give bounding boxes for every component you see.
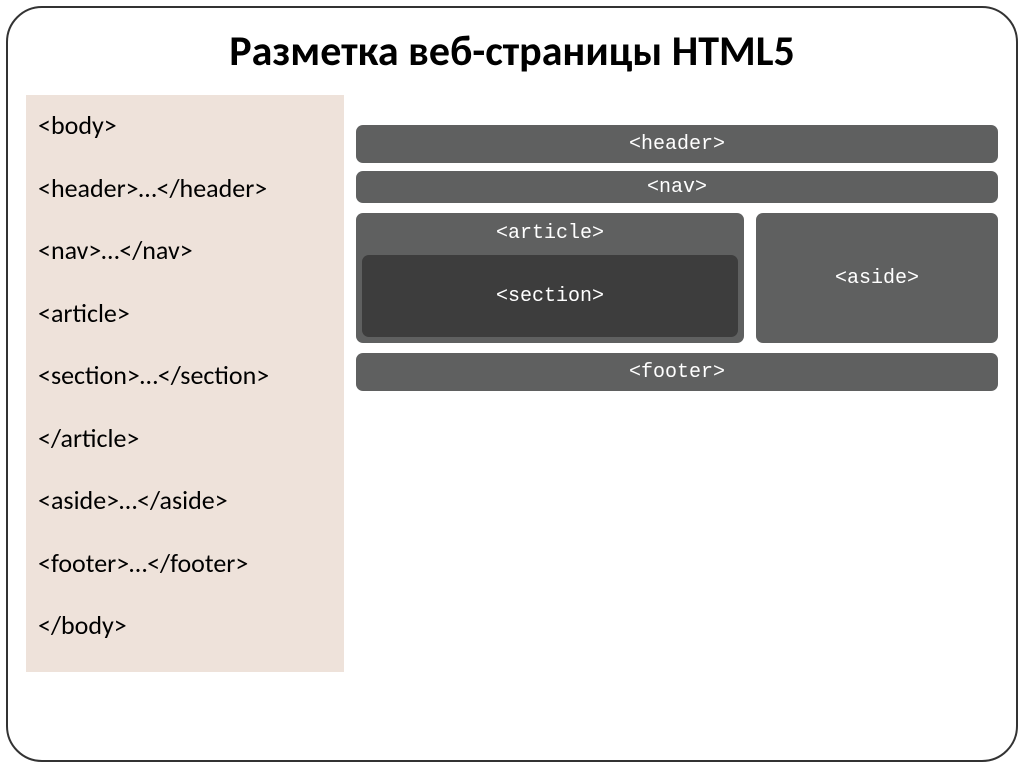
code-line-footer: <footer>…</footer> — [38, 547, 332, 580]
page-title: Разметка веб-страницы HTML5 — [22, 26, 1002, 77]
diagram-section-label: <section> — [496, 285, 604, 308]
content-row: <body> <header>…</header> <nav>…</nav> <… — [22, 95, 1002, 672]
diagram-nav-box: <nav> — [356, 171, 998, 203]
diagram-aside-box: <aside> — [756, 213, 998, 343]
diagram-footer-label: <footer> — [629, 361, 725, 384]
code-line-article-close: </article> — [38, 422, 332, 455]
diagram-article-box: <article> <section> — [356, 213, 744, 343]
code-line-nav: <nav>…</nav> — [38, 234, 332, 267]
layout-diagram: <header> <nav> <article> <section> <asid… — [356, 95, 998, 672]
code-line-aside: <aside>…</aside> — [38, 484, 332, 517]
code-line-body-close: </body> — [38, 609, 332, 642]
diagram-aside-label: <aside> — [835, 267, 919, 290]
diagram-mid-row: <article> <section> <aside> — [356, 213, 998, 343]
code-line-article-open: <article> — [38, 297, 332, 330]
diagram-nav-label: <nav> — [647, 176, 707, 199]
slide-frame: Разметка веб-страницы HTML5 <body> <head… — [6, 6, 1018, 762]
diagram-section-box: <section> — [362, 255, 738, 337]
code-listing: <body> <header>…</header> <nav>…</nav> <… — [26, 95, 344, 672]
diagram-article-label: <article> — [362, 219, 738, 247]
code-line-header: <header>…</header> — [38, 172, 332, 205]
diagram-footer-box: <footer> — [356, 353, 998, 391]
diagram-header-label: <header> — [629, 133, 725, 156]
code-line-body-open: <body> — [38, 109, 332, 142]
diagram-header-box: <header> — [356, 125, 998, 163]
code-line-section: <section>…</section> — [38, 359, 332, 392]
